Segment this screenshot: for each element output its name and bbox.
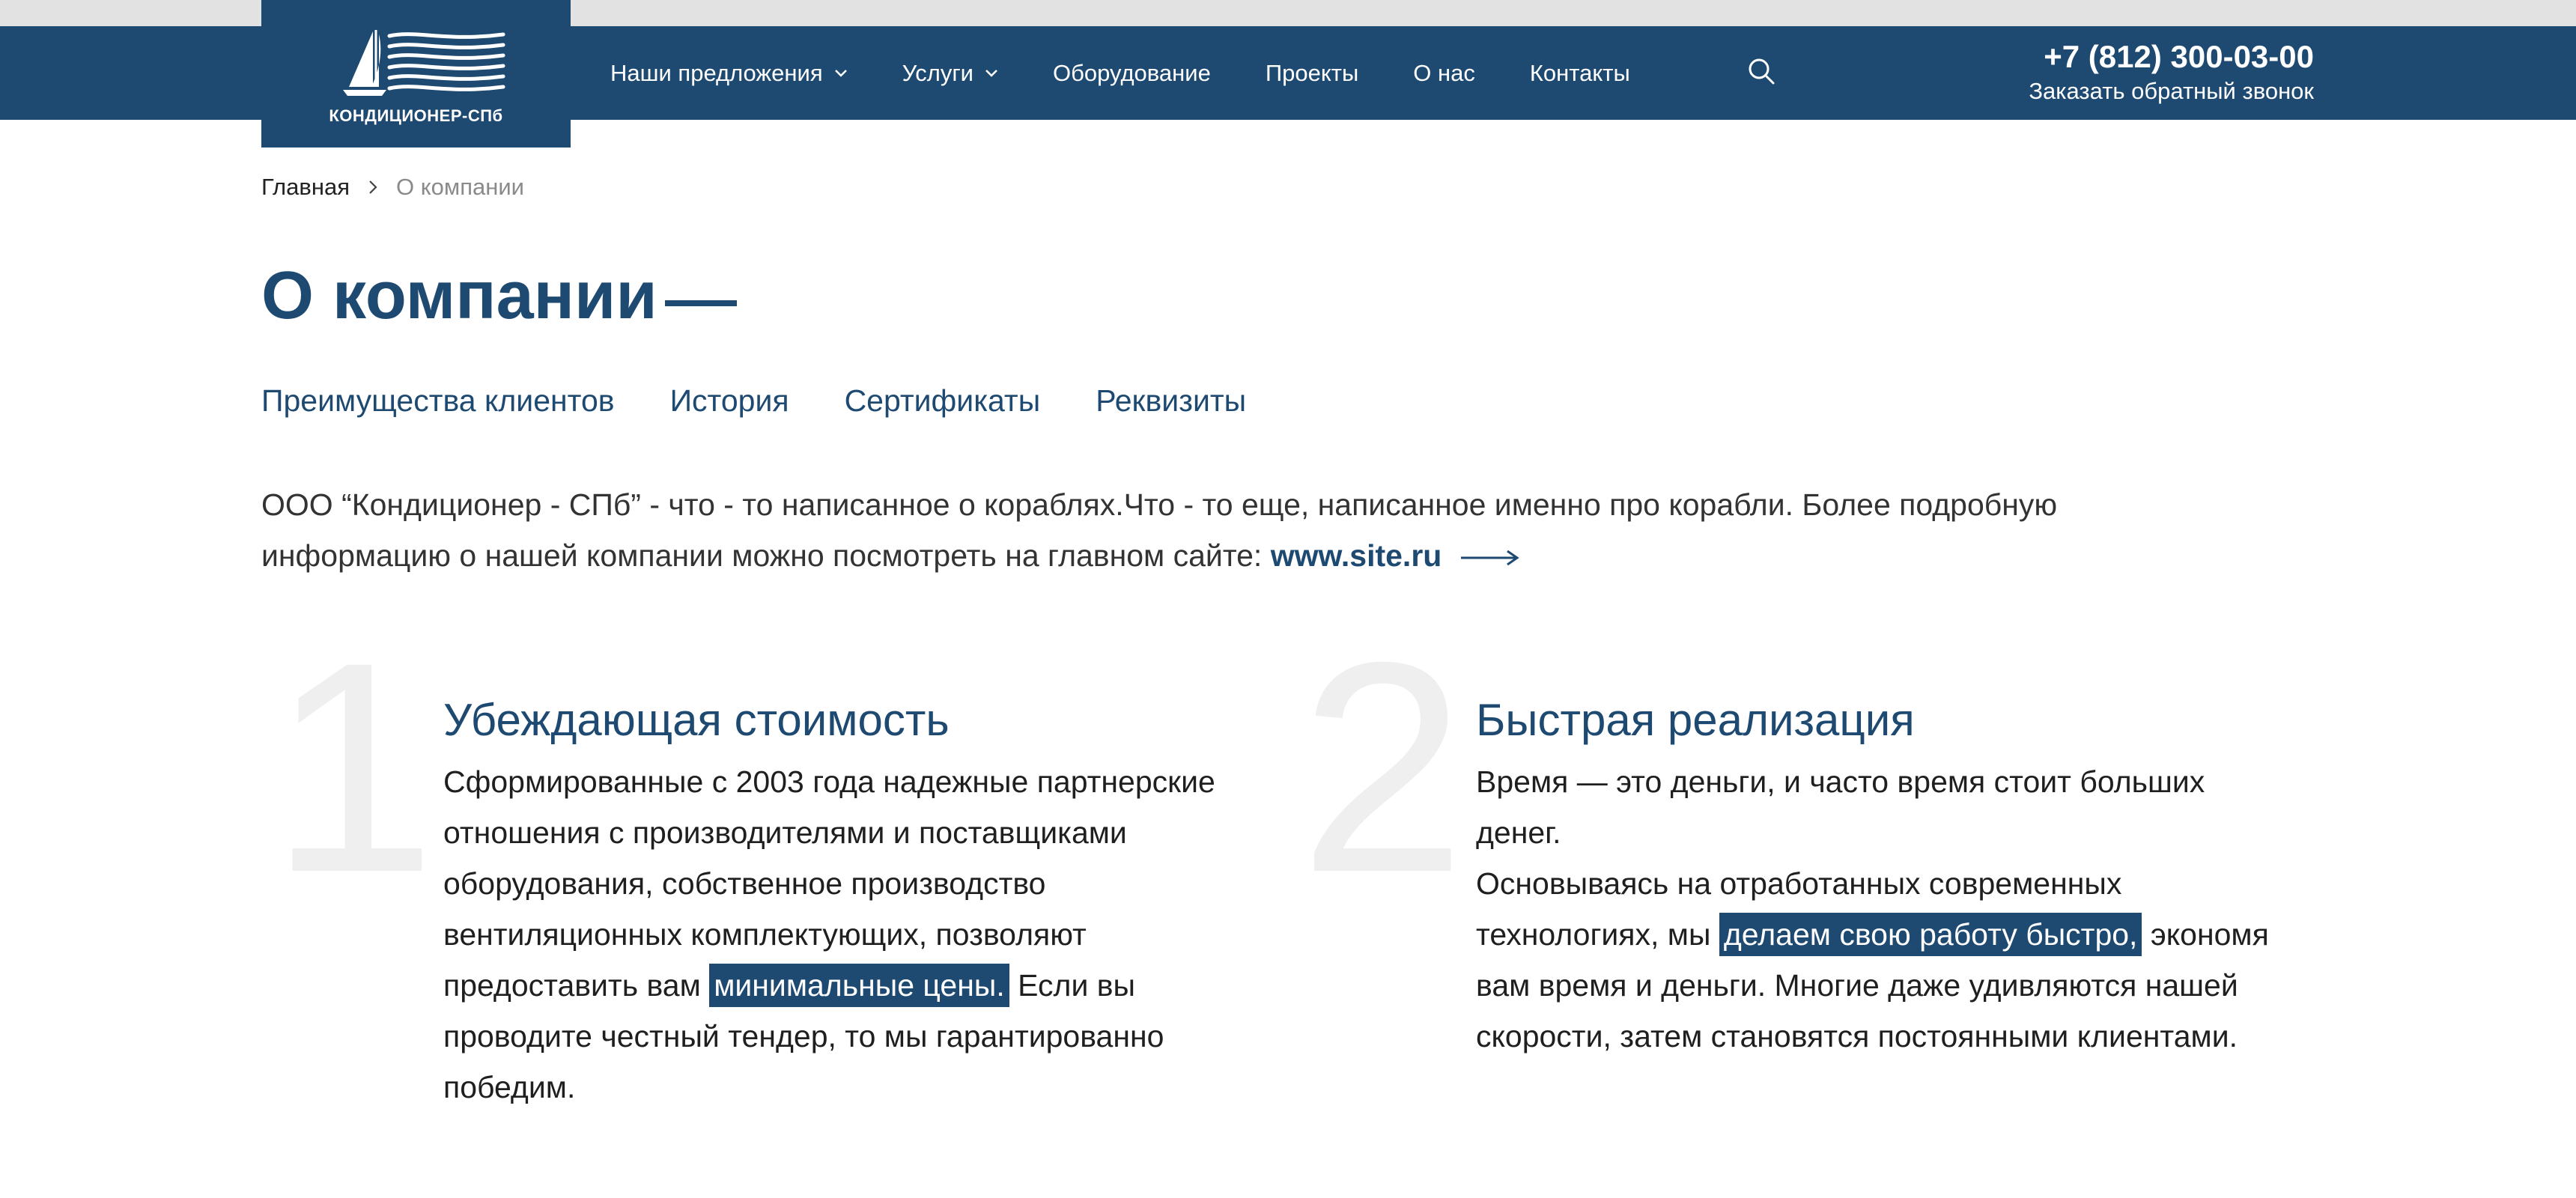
feature-card: Убеждающая стоимость Сформированные с 20…	[443, 689, 1237, 1113]
page-title: О компании	[261, 258, 657, 333]
feature-highlight: делаем свою работу быстро,	[1719, 913, 2142, 956]
title-dash	[665, 300, 737, 306]
menu-item-services[interactable]: Услуги	[902, 60, 998, 87]
menu-item-about[interactable]: О нас	[1413, 60, 1475, 87]
feature-text-part: Время — это деньги, и часто время стоит …	[1476, 764, 2205, 850]
intro-paragraph: ООО “Кондиционер - СПб” - что - то напис…	[261, 479, 2148, 581]
menu-item-offers[interactable]: Наши предложения	[610, 60, 848, 87]
feature-highlight: минимальные цены.	[709, 964, 1009, 1007]
menu-item-equipment[interactable]: Оборудование	[1053, 60, 1211, 87]
logo-text: КОНДИЦИОНЕР-СПб	[329, 106, 503, 125]
sailboat-waves-icon	[342, 29, 505, 96]
tab-history[interactable]: История	[670, 383, 789, 419]
callback-link[interactable]: Заказать обратный звонок	[1947, 76, 2314, 106]
chevron-right-icon	[369, 180, 377, 194]
section-tabs: Преимущества клиентов История Сертификат…	[261, 383, 1301, 419]
menu-item-label: Наши предложения	[610, 59, 823, 86]
site-link[interactable]: www.site.ru	[1271, 538, 1442, 573]
menu-item-projects[interactable]: Проекты	[1266, 60, 1358, 87]
feature-card: Быстрая реализация Время — это деньги, и…	[1476, 689, 2270, 1062]
header-contact: +7 (812) 300-03-00 Заказать обратный зво…	[1947, 37, 2314, 106]
menu-item-label: О нас	[1413, 59, 1475, 86]
tab-advantages[interactable]: Преимущества клиентов	[261, 383, 615, 419]
feature-title: Убеждающая стоимость	[443, 695, 950, 745]
logo[interactable]: КОНДИЦИОНЕР-СПб	[261, 0, 571, 148]
feature-text: Время — это деньги, и часто время стоит …	[1476, 756, 2270, 1062]
menu-item-label: Контакты	[1529, 59, 1630, 86]
breadcrumb: Главная О компании	[261, 174, 524, 201]
breadcrumb-current: О компании	[396, 174, 524, 200]
menu-item-contacts[interactable]: Контакты	[1530, 60, 1630, 87]
tab-certificates[interactable]: Сертификаты	[845, 383, 1041, 419]
intro-text: ООО “Кондиционер - СПб” - что - то напис…	[261, 487, 2058, 573]
phone-number[interactable]: +7 (812) 300-03-00	[1947, 37, 2314, 76]
menu-item-label: Проекты	[1265, 59, 1359, 86]
page: КОНДИЦИОНЕР-СПб Наши предложения Услуги …	[0, 0, 2576, 1198]
feature-number: 2	[1299, 600, 1466, 934]
chevron-down-icon	[985, 69, 997, 77]
search-icon[interactable]	[1747, 57, 1775, 85]
main-menu: Наши предложения Услуги Оборудование Про…	[610, 26, 1630, 120]
menu-item-label: Услуги	[902, 59, 973, 86]
feature-number: 1	[270, 600, 437, 934]
arrow-right-icon[interactable]	[1459, 549, 1519, 567]
breadcrumb-home[interactable]: Главная	[261, 174, 350, 201]
feature-title: Быстрая реализация	[1476, 695, 1915, 745]
menu-item-label: Оборудование	[1052, 59, 1211, 86]
chevron-down-icon	[834, 69, 847, 77]
feature-text: Сформированные с 2003 года надежные парт…	[443, 756, 1237, 1113]
tab-requisites[interactable]: Реквизиты	[1096, 383, 1246, 419]
